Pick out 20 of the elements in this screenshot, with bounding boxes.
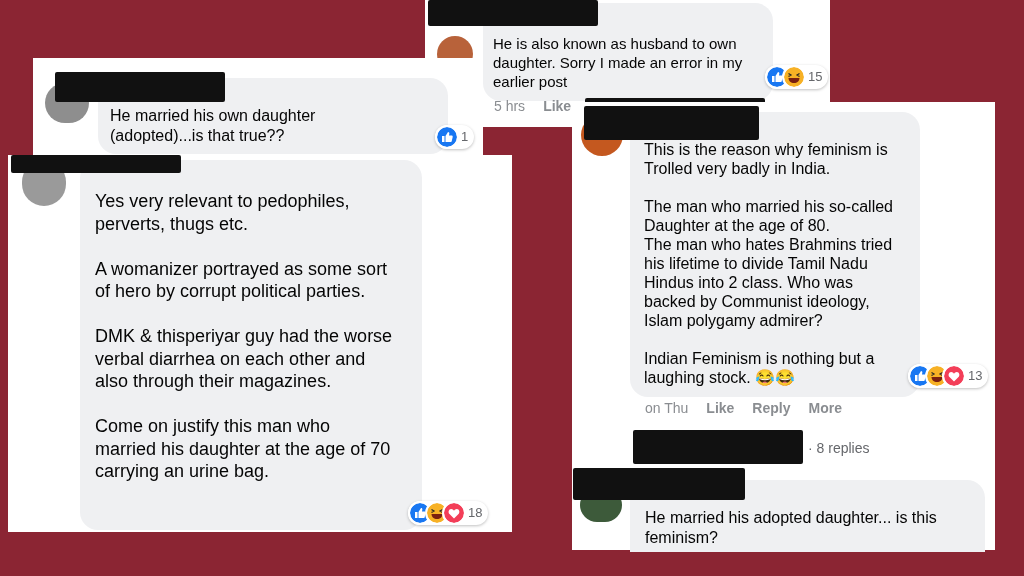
comment-text: Yes very relevant to pedophiles, perverts, thugs etc. A womanizer portrayed as some sort of hero by corrupt political parties. DMK & thisperiyar guy had the worse verbal diarrhea on each other and also through their magazines. Come on justify this man who married his daughter at the age of 70 carrying an urine bag. bbox=[95, 190, 394, 483]
reaction-summary[interactable]: 13 bbox=[908, 364, 989, 388]
heart-reaction-icon bbox=[944, 366, 964, 386]
comment-text: He married his adopted daughter... is this feminism? bbox=[645, 508, 938, 548]
action-link[interactable]: Reply bbox=[752, 398, 791, 419]
comment-text: This is the reason why feminism is Trolled very badly in India. The man who married his so-called Daughter at the age of 80. The man who hates Brahmins tried his lifetime to divide Tamil Nadu Hindus into 2 class. Who was backed by Communist ideology, Islam polygamy admirer? Indian Feminism is nothing but a laughing stock. 😂😂 bbox=[644, 140, 894, 387]
timestamp: on Thu bbox=[645, 399, 689, 418]
action-link[interactable]: Like bbox=[706, 398, 735, 419]
action-link[interactable]: Like bbox=[543, 96, 572, 117]
reaction-summary[interactable]: 1 bbox=[435, 125, 475, 149]
like-reaction-icon bbox=[437, 127, 457, 147]
laughing-face-icon bbox=[784, 67, 804, 87]
reaction-summary[interactable]: 18 bbox=[408, 501, 489, 525]
action-link[interactable]: More bbox=[808, 398, 842, 419]
heart-reaction-icon bbox=[444, 503, 464, 523]
comment-text: He married his own daughter (adopted)...is that true?? bbox=[110, 106, 317, 146]
reaction-summary[interactable]: 15 bbox=[765, 65, 829, 89]
replies-link[interactable]: · 8 replies bbox=[808, 438, 870, 459]
comment-text: He is also known as husband to own daughter. Sorry I made an error in my earlier post bbox=[493, 34, 744, 91]
timestamp: 5 hrs bbox=[494, 97, 526, 116]
